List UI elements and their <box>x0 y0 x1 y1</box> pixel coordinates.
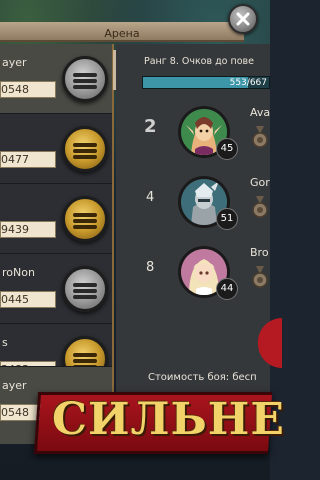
menu-button[interactable] <box>62 266 108 312</box>
medal-icon <box>252 196 268 218</box>
opponent-level: 51 <box>216 208 238 230</box>
player-name: s <box>2 336 8 349</box>
player-id: 0548 <box>1 83 29 96</box>
opponent-name: Ava <box>250 106 271 119</box>
player-name: roNon <box>2 266 35 279</box>
battle-cost-text: Стоимость боя: бесп <box>148 372 257 383</box>
opponent-rank: 8 <box>146 260 155 275</box>
list-item[interactable]: roNon 0445 <box>0 254 112 324</box>
rank-progress-bar: 553/667 <box>142 76 270 89</box>
medal-icon <box>252 126 268 148</box>
player-id-box: 0445 <box>0 291 56 308</box>
opponent-rank: 2 <box>144 116 157 137</box>
opponent-level: 44 <box>216 278 238 300</box>
opponent-card[interactable]: 4 51 Gor <box>116 172 270 242</box>
player-id-box: 0548 <box>0 81 56 98</box>
panel-divider <box>112 44 114 430</box>
opponent-name: Gor <box>250 176 270 189</box>
list-item[interactable]: 9439 <box>0 184 112 254</box>
promo-banner-text: СИЛЬНЕ <box>52 394 285 445</box>
menu-icon <box>73 281 97 299</box>
menu-button[interactable] <box>62 56 108 102</box>
player-name: ayer <box>2 379 27 392</box>
player-id-box: 0477 <box>0 151 56 168</box>
close-icon <box>236 12 250 26</box>
close-button[interactable] <box>228 4 258 34</box>
opponent-card[interactable]: 8 44 Bro <box>116 242 270 312</box>
opponent-name: Bro <box>250 246 269 259</box>
player-name: ayer <box>2 56 27 69</box>
opponent-level: 45 <box>216 138 238 160</box>
list-item[interactable]: ayer 0548 <box>0 44 112 114</box>
menu-icon <box>73 141 97 159</box>
menu-button[interactable] <box>62 196 108 242</box>
menu-button[interactable] <box>62 126 108 172</box>
opponent-rank: 4 <box>146 190 155 205</box>
rank-status: Ранг 8. Очков до пове <box>144 56 254 67</box>
player-id-box: 9439 <box>0 221 56 238</box>
player-id: 9439 <box>1 223 29 236</box>
menu-icon <box>73 211 97 229</box>
player-id: 0445 <box>1 293 29 306</box>
medal-icon <box>252 266 268 288</box>
list-item[interactable]: 0477 <box>0 114 112 184</box>
player-id: 0477 <box>1 153 29 166</box>
page-title: Арена <box>104 27 140 40</box>
arena-header: Арена <box>0 22 244 42</box>
menu-icon <box>73 71 97 89</box>
player-id: 0548 <box>1 406 29 419</box>
progress-label: 553/667 <box>229 78 267 88</box>
opponent-card[interactable]: 2 45 Ava <box>116 102 270 172</box>
